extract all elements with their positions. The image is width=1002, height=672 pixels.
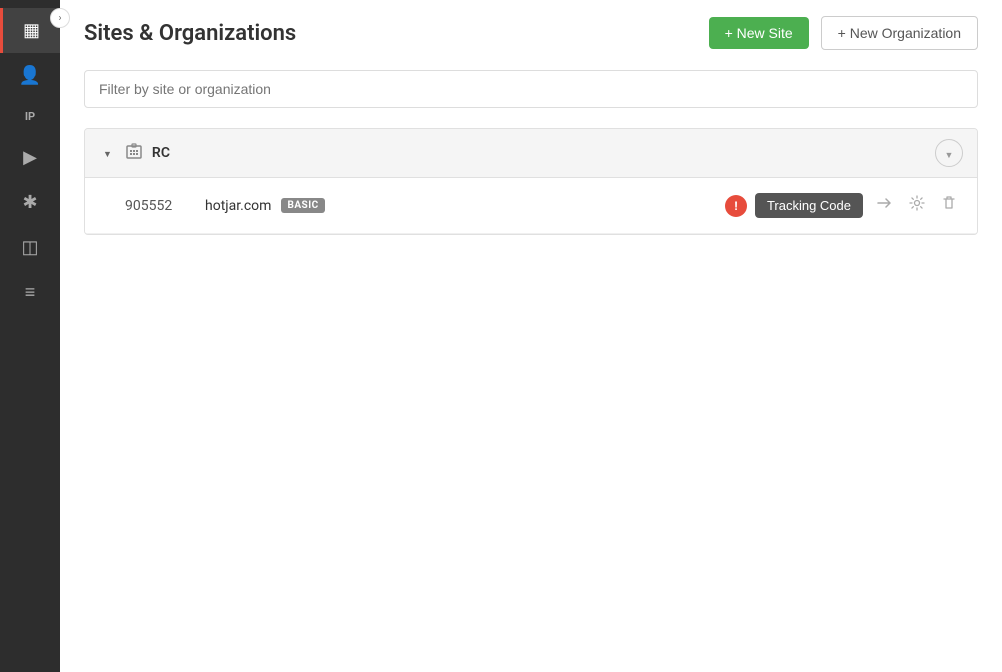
page-title: Sites & Organizations xyxy=(84,21,697,46)
reports-icon: ≡ xyxy=(25,282,36,303)
org-chevron-down-icon xyxy=(945,146,954,161)
main-content: Sites & Organizations + New Site + New O… xyxy=(60,0,1002,672)
transfer-icon xyxy=(875,194,893,217)
new-organization-button[interactable]: + New Organization xyxy=(821,16,978,50)
ip-icon: IP xyxy=(25,110,35,123)
site-id: 905552 xyxy=(125,198,205,214)
sidebar-item-reports[interactable]: ≡ xyxy=(0,270,60,315)
tracking-code-button[interactable]: Tracking Code xyxy=(755,193,863,218)
organization-name: RC xyxy=(152,145,925,161)
org-toggle-button[interactable] xyxy=(99,144,116,162)
new-site-button[interactable]: + New Site xyxy=(709,17,809,49)
trash-icon xyxy=(941,195,957,216)
warning-icon[interactable]: ! xyxy=(725,195,747,217)
plan-badge: BASIC xyxy=(281,198,324,213)
settings-button[interactable] xyxy=(905,191,929,220)
site-actions: ! Tracking Code xyxy=(725,190,961,221)
organization-dropdown-button[interactable] xyxy=(935,139,963,167)
site-row: 905552 hotjar.com BASIC ! Tracking Code xyxy=(85,178,977,234)
site-domain: hotjar.com xyxy=(205,198,271,214)
heatmaps-icon: ✱ xyxy=(22,192,37,213)
recordings-icon: ▶ xyxy=(23,147,37,168)
chevron-down-icon xyxy=(103,146,112,160)
dashboard-icon: ▦ xyxy=(23,20,40,41)
sidebar-item-heatmaps[interactable]: ✱ xyxy=(0,180,60,225)
sidebar-item-ip[interactable]: IP xyxy=(0,98,60,135)
sidebar-item-funnels[interactable]: ◫ xyxy=(0,225,60,270)
gear-icon xyxy=(909,195,925,216)
delete-button[interactable] xyxy=(937,191,961,220)
sidebar-item-users[interactable]: 👤 xyxy=(0,53,60,98)
organization-icon xyxy=(126,143,142,163)
organization-container: RC 905552 hotjar.com BASIC ! Tracking Co… xyxy=(84,128,978,235)
funnels-icon: ◫ xyxy=(21,237,38,258)
transfer-button[interactable] xyxy=(871,190,897,221)
page-header: Sites & Organizations + New Site + New O… xyxy=(84,16,978,50)
user-icon: 👤 xyxy=(19,65,41,86)
filter-input[interactable] xyxy=(84,70,978,108)
chevron-right-icon: › xyxy=(58,13,61,24)
filter-bar xyxy=(84,70,978,108)
sidebar: › ▦ 👤 IP ▶ ✱ ◫ ≡ xyxy=(0,0,60,672)
sidebar-toggle[interactable]: › xyxy=(50,8,70,28)
organization-header: RC xyxy=(85,129,977,178)
sidebar-item-recordings[interactable]: ▶ xyxy=(0,135,60,180)
